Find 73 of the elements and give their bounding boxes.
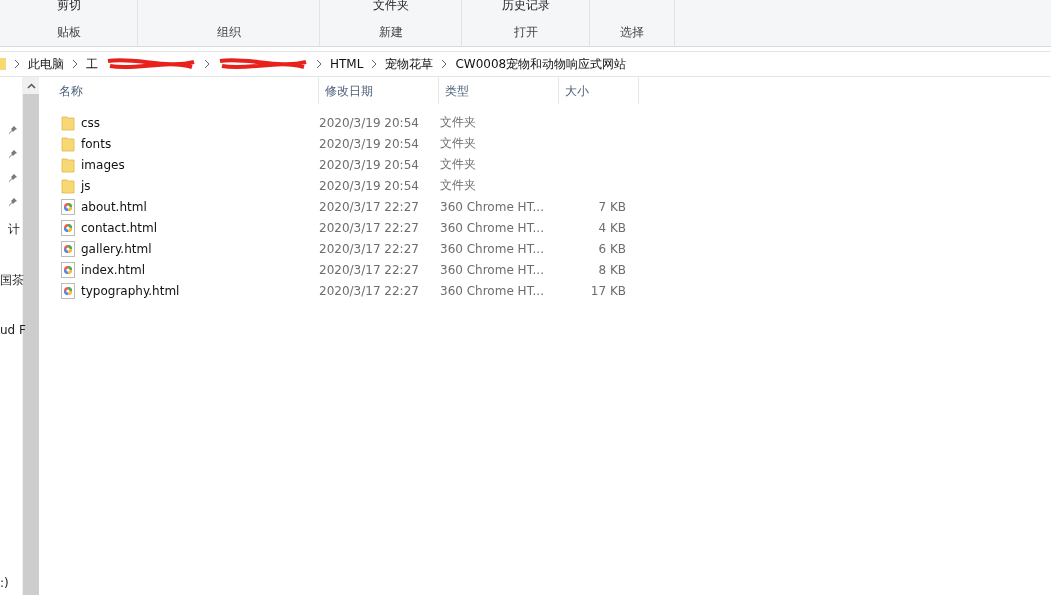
table-cell-text: 文件夹	[439, 135, 477, 152]
pin-icon[interactable]	[8, 125, 18, 135]
table-cell-text: 文件夹	[439, 114, 477, 131]
chevron-icon	[72, 60, 78, 68]
chevron-icon	[316, 60, 322, 68]
file-name[interactable]: fonts	[81, 136, 112, 151]
table-cell-text: 2020/3/19 20:54	[319, 136, 420, 151]
file-name[interactable]: typography.html	[81, 283, 180, 298]
pin-icon[interactable]	[8, 197, 18, 207]
file-name[interactable]: contact.html	[81, 220, 158, 235]
table-cell-text: 2020/3/17 22:27	[319, 220, 420, 235]
table-cell-text: 文件夹	[439, 156, 477, 173]
scrollbar[interactable]	[22, 77, 39, 595]
table-cell-text: 17 KB	[589, 283, 626, 298]
browser-file-icon	[61, 219, 75, 236]
breadcrumb[interactable]: CW0008宠物和动物响应式网站	[455, 55, 627, 73]
chevron-icon	[441, 60, 448, 68]
table-cell-text: 2020/3/17 22:27	[319, 283, 420, 298]
ribbon-group-label: 选择	[620, 24, 644, 41]
nav-item[interactable]: 国茶	[0, 272, 24, 289]
chevron-icon	[14, 60, 20, 68]
table-cell-text: 360 Chrome HT...	[439, 199, 545, 214]
pin-icon[interactable]	[8, 173, 18, 183]
breadcrumb[interactable]: 此电脑	[28, 55, 64, 73]
chevron-icon	[204, 60, 210, 68]
ribbon-group-label: 组织	[216, 24, 241, 41]
file-name[interactable]: index.html	[81, 262, 145, 277]
browser-file-icon	[61, 282, 75, 299]
scroll-up-icon[interactable]	[26, 82, 36, 89]
nav-item[interactable]: ud F	[0, 323, 26, 337]
file-name[interactable]: images	[81, 157, 125, 172]
column-header[interactable]: 名称	[59, 78, 319, 104]
nav-item[interactable]: :)	[0, 576, 9, 590]
folder-icon	[61, 156, 75, 173]
folder-icon	[61, 177, 75, 194]
table-cell-text: 7 KB	[597, 199, 626, 214]
ribbon-group-label: 贴板	[56, 24, 81, 41]
column-header[interactable]: 类型	[439, 78, 559, 104]
file-name[interactable]: gallery.html	[81, 241, 152, 256]
breadcrumb[interactable]: 工	[86, 55, 98, 73]
pin-icon[interactable]	[8, 149, 18, 159]
table-cell-text: 4 KB	[597, 220, 626, 235]
table-cell-text: 8 KB	[597, 262, 626, 277]
column-header[interactable]: 大小	[559, 78, 639, 104]
table-cell-text: 360 Chrome HT...	[439, 220, 545, 235]
ribbon-group-label: 新建	[378, 24, 403, 41]
column-header[interactable]: 修改日期	[319, 78, 439, 104]
table-cell-text: 6 KB	[597, 241, 626, 256]
folder-icon	[0, 57, 6, 71]
folder-icon	[61, 135, 75, 152]
ribbon-command[interactable]: 历史记录	[501, 0, 550, 14]
table-cell-text: 文件夹	[439, 177, 477, 194]
file-name[interactable]: about.html	[81, 199, 147, 214]
browser-file-icon	[61, 261, 75, 278]
table-cell-text: 2020/3/17 22:27	[319, 199, 420, 214]
file-name[interactable]: js	[81, 178, 91, 193]
folder-icon	[61, 114, 75, 131]
table-cell-text: 2020/3/17 22:27	[319, 241, 420, 256]
table-cell-text: 2020/3/19 20:54	[319, 115, 420, 130]
browser-file-icon	[61, 240, 75, 257]
file-name[interactable]: css	[81, 115, 101, 130]
chevron-icon	[371, 60, 378, 68]
table-cell-text: 2020/3/19 20:54	[319, 157, 420, 172]
table-cell-text: 360 Chrome HT...	[439, 283, 545, 298]
browser-file-icon	[61, 198, 75, 215]
table-cell-text: 360 Chrome HT...	[439, 241, 545, 256]
breadcrumb[interactable]: 宠物花草	[385, 55, 434, 73]
breadcrumb[interactable]: HTML	[330, 57, 364, 71]
nav-item[interactable]: 计	[8, 221, 20, 238]
table-cell-text: 360 Chrome HT...	[439, 262, 545, 277]
table-cell-text: 2020/3/17 22:27	[319, 262, 420, 277]
ribbon-group-label: 打开	[513, 24, 538, 41]
table-cell-text: 2020/3/19 20:54	[319, 178, 420, 193]
